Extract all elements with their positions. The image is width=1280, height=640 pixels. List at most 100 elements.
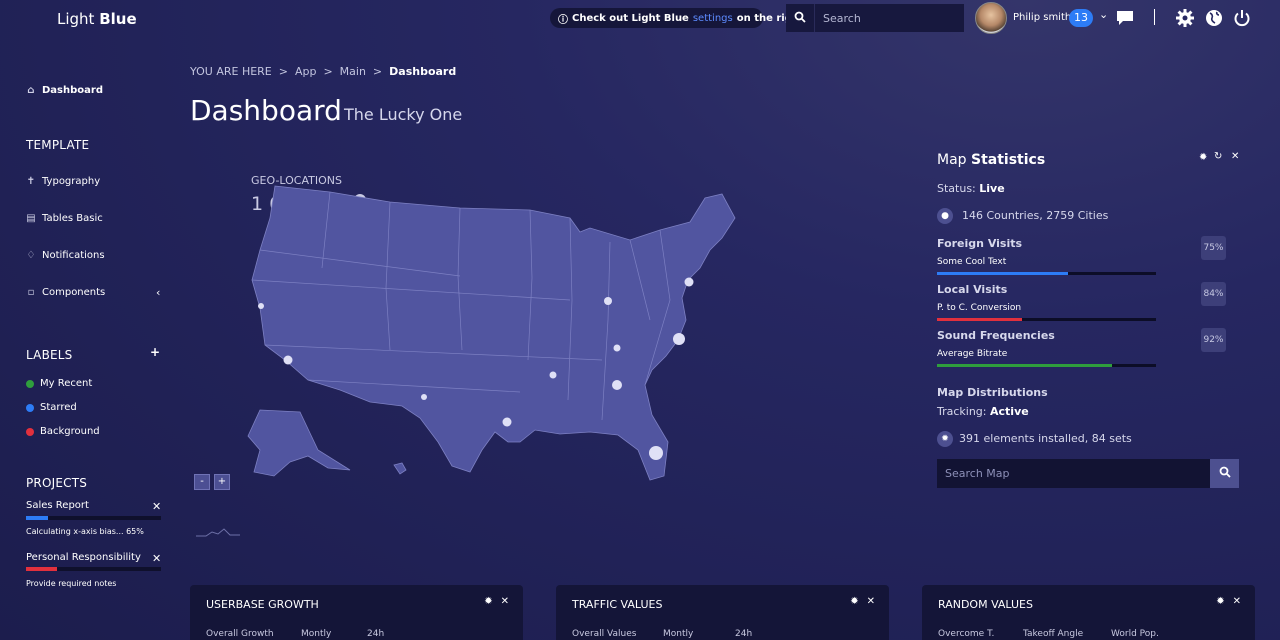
home-icon: ⌂ (27, 85, 35, 96)
notification-badge[interactable]: 13 (1069, 9, 1093, 27)
distributions-heading: Map Distributions (937, 386, 1048, 399)
logo-light: Light (57, 10, 95, 28)
zoom-in-button[interactable]: + (214, 474, 230, 490)
search-icon[interactable] (786, 11, 814, 26)
metric-name: Local Visits (937, 283, 1008, 296)
metric-percent: 75% (1201, 236, 1226, 260)
sparkline-icon (196, 528, 240, 537)
close-icon[interactable]: ✕ (1233, 596, 1241, 607)
header-divider (1154, 9, 1155, 25)
label-starred[interactable]: Starred (26, 402, 77, 413)
metric-bar-fill (937, 318, 1023, 321)
sidebar-item-label: Components (42, 287, 106, 298)
metric-bar (937, 318, 1156, 321)
breadcrumb-item[interactable]: Main (340, 65, 366, 78)
close-icon[interactable]: ✕ (1231, 151, 1239, 162)
map-city-marker[interactable] (258, 303, 264, 309)
user-name[interactable]: Philip smith (1013, 12, 1071, 23)
projects-heading: PROJECTS (26, 476, 88, 490)
zoom-out-button[interactable]: - (194, 474, 210, 490)
close-icon[interactable]: ✕ (501, 596, 509, 607)
sidebar-item-label: Dashboard (42, 85, 103, 96)
close-icon[interactable]: ✕ (152, 500, 161, 513)
map-city-marker[interactable] (283, 355, 293, 365)
map-city-marker[interactable] (612, 380, 622, 390)
label-dot (26, 379, 34, 388)
project-name: Personal Responsibility (26, 552, 141, 563)
map-city-marker[interactable] (673, 333, 685, 345)
template-heading: TEMPLATE (26, 138, 90, 152)
us-map[interactable] (190, 180, 750, 490)
status-value: Live (979, 182, 1005, 195)
settings-alert: ⓘ Check out Light Blue settings on the r… (550, 8, 825, 28)
avatar[interactable] (975, 2, 1007, 34)
widget-title: RANDOM VALUES (938, 598, 1033, 611)
chevron-left-icon[interactable]: ‹ (156, 286, 160, 299)
refresh-icon[interactable]: ↻ (1214, 151, 1222, 162)
sidebar-item-typography[interactable]: ✝ Typography (26, 176, 100, 187)
table-icon: ▤ (26, 213, 36, 224)
metric-sub: Some Cool Text (937, 257, 1007, 267)
app-logo[interactable]: Light Blue (57, 10, 137, 28)
header-search (786, 4, 964, 32)
cog-icon[interactable]: ✹ (1216, 596, 1224, 607)
widget-col: Montly (301, 629, 332, 639)
map-statistics-title: Map Statistics (937, 152, 1045, 168)
label-text: Background (40, 426, 100, 437)
gear-icon[interactable] (1176, 9, 1194, 31)
widget-col: 24h (367, 629, 385, 639)
bell-icon: ♢ (26, 250, 36, 261)
map-contiguous-us (251, 185, 736, 481)
cog-icon[interactable]: ✹ (484, 596, 492, 607)
close-icon[interactable]: ✕ (867, 596, 875, 607)
metric-bar (937, 364, 1156, 367)
map-city-marker[interactable] (604, 297, 612, 305)
tracking-label: Tracking: (937, 405, 987, 418)
label-dot (26, 403, 34, 412)
cog-icon[interactable]: ✹ (850, 596, 858, 607)
sidebar-item-components[interactable]: ▫ Components (26, 287, 106, 298)
metric-bar-fill (937, 272, 1069, 275)
project-note: Provide required notes (26, 579, 117, 588)
close-icon[interactable]: ✕ (152, 552, 161, 565)
power-icon[interactable] (1233, 9, 1251, 31)
label-my-recent[interactable]: My Recent (26, 378, 92, 389)
sidebar-item-dashboard[interactable]: ⌂ Dashboard (26, 85, 103, 96)
widget-col: Overcome T. (938, 629, 995, 639)
sidebar-item-notifications[interactable]: ♢ Notifications (26, 250, 105, 261)
project-name: Sales Report (26, 500, 89, 511)
title-light: Map (937, 152, 967, 168)
settings-link[interactable]: settings (693, 13, 733, 24)
map-pin-icon: ● (937, 208, 953, 224)
breadcrumb-item[interactable]: App (295, 65, 317, 78)
metric-percent: 84% (1201, 282, 1226, 306)
page-title: Dashboard (190, 94, 342, 127)
map-city-marker[interactable] (613, 344, 621, 352)
map-city-marker[interactable] (549, 371, 557, 379)
map-search-button[interactable] (1210, 459, 1239, 488)
map-search-input[interactable] (937, 459, 1210, 488)
search-icon (1219, 466, 1231, 478)
metric-sub: P. to C. Conversion (937, 303, 1022, 313)
map-city-marker[interactable] (649, 446, 663, 460)
globe-icon[interactable] (1205, 9, 1223, 31)
sidebar-item-label: Notifications (42, 250, 105, 261)
search-input[interactable] (814, 4, 954, 32)
widget-title: TRAFFIC VALUES (572, 598, 663, 611)
map-city-marker[interactable] (684, 277, 694, 287)
tracking-line: Tracking: Active (937, 405, 1029, 418)
logo-bold: Blue (99, 10, 137, 28)
widget-random-values: RANDOM VALUES ✹ ✕ Overcome T. Takeoff Ang… (922, 585, 1255, 640)
metric-name: Sound Frequencies (937, 329, 1055, 342)
plus-icon[interactable]: + (150, 345, 160, 359)
cog-icon[interactable]: ✹ (1199, 152, 1207, 163)
map-city-marker[interactable] (502, 417, 512, 427)
label-background[interactable]: Background (26, 426, 100, 437)
widget-col: Overall Values (572, 629, 637, 639)
chat-icon[interactable] (1116, 10, 1134, 30)
map-city-marker[interactable] (421, 394, 427, 400)
label-text: My Recent (40, 378, 93, 389)
map-hawaii (393, 462, 407, 475)
chevron-down-icon[interactable]: ⌄ (1099, 8, 1108, 21)
sidebar-item-tables-basic[interactable]: ▤ Tables Basic (26, 213, 102, 224)
